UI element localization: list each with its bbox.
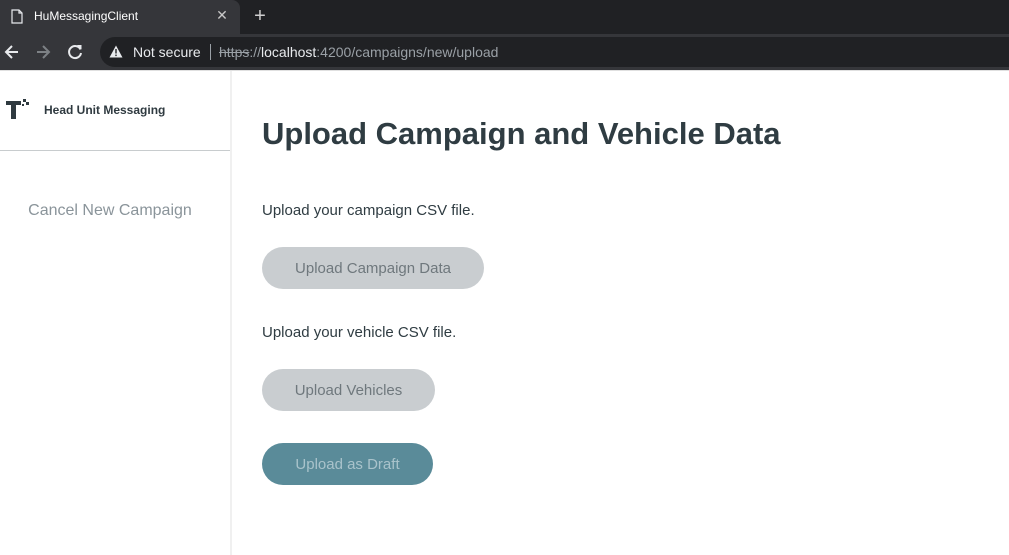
forward-icon[interactable] bbox=[33, 42, 53, 62]
vehicle-upload-prompt: Upload your vehicle CSV file. bbox=[262, 324, 457, 341]
sidebar: Head Unit Messaging Cancel New Campaign bbox=[0, 71, 232, 555]
url-path: :4200/campaigns/new/upload bbox=[316, 44, 499, 60]
back-icon[interactable] bbox=[2, 42, 22, 62]
campaign-upload-prompt: Upload your campaign CSV file. bbox=[262, 202, 475, 219]
url-scheme: https bbox=[219, 44, 250, 60]
warning-icon[interactable] bbox=[109, 45, 123, 58]
sidebar-divider bbox=[0, 150, 230, 151]
app-name: Head Unit Messaging bbox=[44, 103, 166, 117]
upload-campaign-data-button[interactable]: Upload Campaign Data bbox=[262, 247, 484, 289]
address-bar[interactable]: Not secure https://localhost:4200/campai… bbox=[100, 37, 1009, 67]
logo-icon bbox=[6, 99, 29, 119]
cancel-new-campaign-link[interactable]: Cancel New Campaign bbox=[0, 202, 220, 220]
page-title: Upload Campaign and Vehicle Data bbox=[262, 116, 781, 151]
close-tab-icon[interactable]: ✕ bbox=[214, 7, 230, 23]
url-separator: :// bbox=[249, 44, 262, 60]
browser-tab[interactable]: HuMessagingClient ✕ bbox=[0, 0, 240, 34]
browser-toolbar: Not secure https://localhost:4200/campai… bbox=[0, 34, 1009, 70]
security-label[interactable]: Not secure bbox=[133, 44, 201, 60]
url-host: localhost bbox=[261, 44, 317, 60]
upload-vehicles-button[interactable]: Upload Vehicles bbox=[262, 369, 435, 411]
url-text[interactable]: https://localhost:4200/campaigns/new/upl… bbox=[219, 44, 498, 60]
upload-as-draft-button[interactable]: Upload as Draft bbox=[262, 443, 433, 485]
reload-icon[interactable] bbox=[65, 42, 85, 62]
new-tab-icon[interactable]: + bbox=[250, 6, 270, 26]
browser-tab-strip: HuMessagingClient ✕ + bbox=[0, 0, 1009, 34]
tab-title: HuMessagingClient bbox=[34, 9, 139, 23]
page-icon bbox=[11, 9, 23, 24]
omnibox-divider bbox=[210, 44, 211, 60]
